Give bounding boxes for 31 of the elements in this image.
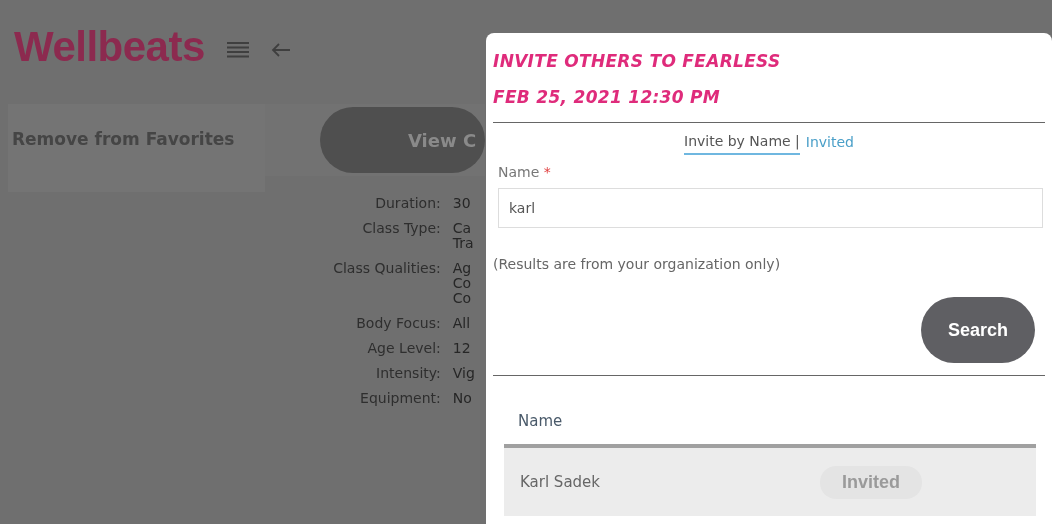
menu-icon[interactable] [226, 42, 249, 58]
detail-label: Intensity: [375, 366, 441, 381]
detail-value: Ag [452, 261, 473, 276]
detail-label: Class Type: [361, 221, 441, 238]
detail-value: Co [452, 291, 473, 306]
detail-label: Class Qualities: [332, 261, 441, 278]
detail-value: Ca [452, 221, 473, 236]
modal-title: INVITE OTHERS TO FEARLESS [493, 51, 782, 71]
detail-label: Age Level: [366, 341, 441, 356]
column-header: Name [518, 412, 564, 432]
detail-value: No [452, 391, 473, 406]
detail-value: Vig [452, 366, 476, 381]
back-arrow-icon[interactable] [270, 42, 291, 58]
name-input-field[interactable]: karl [498, 188, 1043, 228]
detail-value: 12 [452, 341, 472, 356]
tab[interactable]: Invited [805, 133, 854, 155]
event-date: FEB 25, 2021 12:30 PM [493, 87, 722, 107]
search-button[interactable]: Search [921, 297, 1035, 363]
detail-label: Duration: [374, 196, 441, 211]
detail-value: Co [452, 276, 473, 291]
note-text: (Results are from your organization only) [493, 256, 782, 272]
detail-value: 30 [452, 196, 472, 211]
detail-value: All [452, 316, 472, 331]
logo: Wellbeats [14, 23, 205, 72]
field-label: Name * [498, 164, 552, 180]
tab[interactable]: Invite by Name | [684, 133, 800, 155]
table-cell-text: Karl Sadek [520, 473, 602, 491]
detail-label: Body Focus: [355, 316, 441, 331]
view-button[interactable]: View C [320, 107, 485, 173]
detail-value: Tra [452, 236, 475, 251]
detail-label: Equipment: [359, 391, 441, 406]
